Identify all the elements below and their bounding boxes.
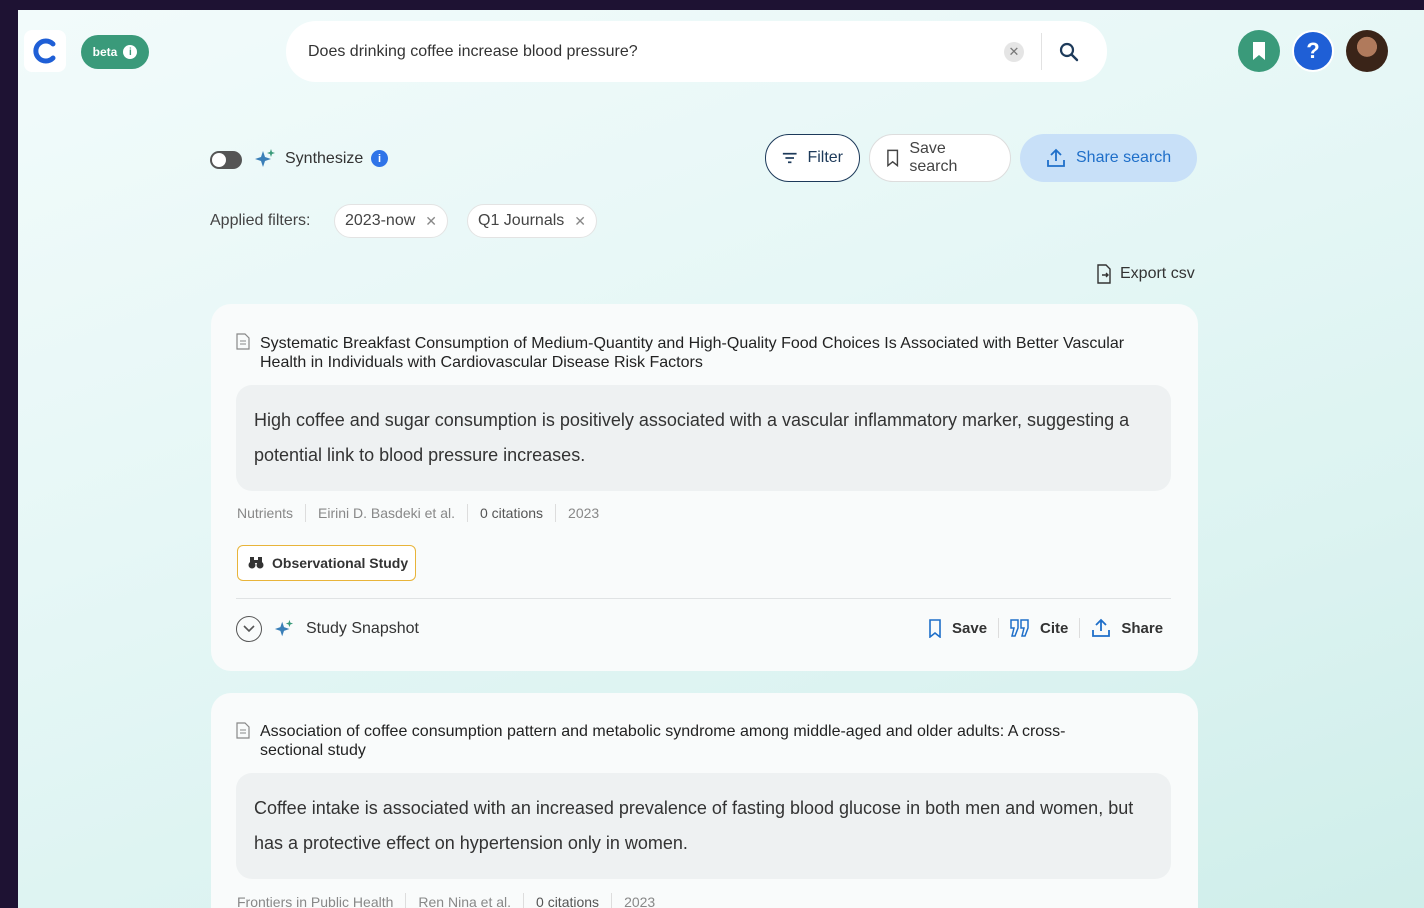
close-icon[interactable]: ✕ bbox=[574, 213, 586, 230]
bookmark-icon bbox=[887, 149, 899, 167]
search-input[interactable] bbox=[308, 42, 988, 61]
synthesize-label: Synthesize bbox=[285, 150, 364, 167]
journal-name[interactable]: Nutrients bbox=[237, 505, 293, 521]
bookmarks-button[interactable] bbox=[1238, 30, 1280, 72]
result-summary: High coffee and sugar consumption is pos… bbox=[236, 385, 1171, 491]
divider bbox=[236, 598, 1171, 599]
result-card[interactable]: Association of coffee consumption patter… bbox=[211, 693, 1198, 908]
citations-count: 0 citations bbox=[536, 894, 600, 908]
sparkle-icon bbox=[255, 149, 275, 167]
cite-button[interactable]: Cite bbox=[1010, 619, 1068, 637]
study-type-badge: Observational Study bbox=[237, 545, 417, 581]
paper-icon bbox=[236, 722, 250, 739]
bookmark-icon bbox=[1253, 42, 1265, 60]
export-csv-button[interactable]: Export csv bbox=[1096, 264, 1195, 284]
year: 2023 bbox=[624, 894, 656, 908]
consensus-logo-icon[interactable] bbox=[24, 30, 66, 72]
share-label: Share bbox=[1121, 619, 1164, 637]
save-search-button[interactable]: Save search bbox=[869, 134, 1011, 182]
authors[interactable]: Ren Nina et al. bbox=[418, 894, 511, 908]
result-title[interactable]: Association of coffee consumption patter… bbox=[260, 722, 1110, 760]
filter-label: Filter bbox=[807, 149, 843, 166]
share-button[interactable]: Share bbox=[1091, 618, 1163, 638]
filter-chip-date[interactable]: 2023-now ✕ bbox=[334, 204, 449, 238]
study-type-label: Observational Study bbox=[272, 555, 409, 571]
header-actions: ? bbox=[1238, 30, 1388, 72]
info-icon: i bbox=[123, 45, 138, 59]
result-title[interactable]: Systematic Breakfast Consumption of Medi… bbox=[260, 334, 1170, 372]
upload-icon bbox=[1047, 148, 1065, 167]
info-icon[interactable]: i bbox=[371, 150, 388, 167]
result-meta: Nutrients Eirini D. Basdeki et al. 0 cit… bbox=[237, 504, 599, 522]
save-label: Save bbox=[952, 619, 988, 637]
cite-label: Cite bbox=[1040, 619, 1069, 637]
clear-icon[interactable]: ✕ bbox=[1004, 42, 1024, 62]
filter-chip-label: 2023-now bbox=[345, 212, 416, 229]
avatar[interactable] bbox=[1346, 30, 1388, 72]
study-snapshot-toggle[interactable]: Study Snapshot bbox=[236, 616, 419, 642]
export-label: Export csv bbox=[1120, 265, 1195, 282]
search-divider bbox=[1041, 33, 1042, 70]
filter-button[interactable]: Filter bbox=[765, 134, 860, 182]
save-button[interactable]: Save bbox=[928, 618, 988, 638]
synthesize-toggle[interactable] bbox=[210, 151, 242, 169]
citations-count: 0 citations bbox=[479, 505, 544, 521]
sparkle-icon bbox=[274, 619, 294, 637]
close-icon[interactable]: ✕ bbox=[425, 213, 437, 230]
app-window: beta i ✕ ? Synthesize i Filter Save sear… bbox=[18, 10, 1424, 908]
quote-icon bbox=[1010, 619, 1029, 637]
authors[interactable]: Eirini D. Basdeki et al. bbox=[318, 505, 455, 521]
save-search-label: Save search bbox=[909, 140, 958, 175]
result-meta: Frontiers in Public Health Ren Nina et a… bbox=[237, 893, 655, 908]
filter-chip-journals[interactable]: Q1 Journals ✕ bbox=[467, 204, 597, 238]
chevron-down-icon[interactable] bbox=[236, 616, 262, 642]
bookmark-icon bbox=[929, 618, 941, 638]
filter-icon bbox=[782, 152, 797, 164]
result-card[interactable]: Systematic Breakfast Consumption of Medi… bbox=[211, 304, 1198, 671]
search-bar: ✕ bbox=[286, 21, 1107, 82]
upload-icon bbox=[1092, 618, 1111, 637]
help-icon[interactable]: ? bbox=[1292, 30, 1334, 72]
snapshot-label: Study Snapshot bbox=[306, 620, 419, 637]
journal-name[interactable]: Frontiers in Public Health bbox=[237, 894, 393, 908]
search-button[interactable] bbox=[1056, 39, 1082, 65]
filter-chip-label: Q1 Journals bbox=[478, 212, 565, 229]
binoculars-icon bbox=[248, 557, 264, 569]
result-actions: Save Cite Share bbox=[928, 618, 1163, 638]
share-search-button[interactable]: Share search bbox=[1020, 134, 1197, 182]
search-icon bbox=[1059, 42, 1079, 62]
applied-filters-label: Applied filters: bbox=[210, 212, 311, 229]
year: 2023 bbox=[568, 505, 600, 521]
beta-badge[interactable]: beta i bbox=[81, 35, 149, 69]
beta-label: beta bbox=[92, 45, 118, 59]
export-icon bbox=[1097, 264, 1111, 284]
result-summary: Coffee intake is associated with an incr… bbox=[236, 773, 1171, 879]
share-search-label: Share search bbox=[1076, 149, 1172, 166]
paper-icon bbox=[236, 333, 250, 350]
